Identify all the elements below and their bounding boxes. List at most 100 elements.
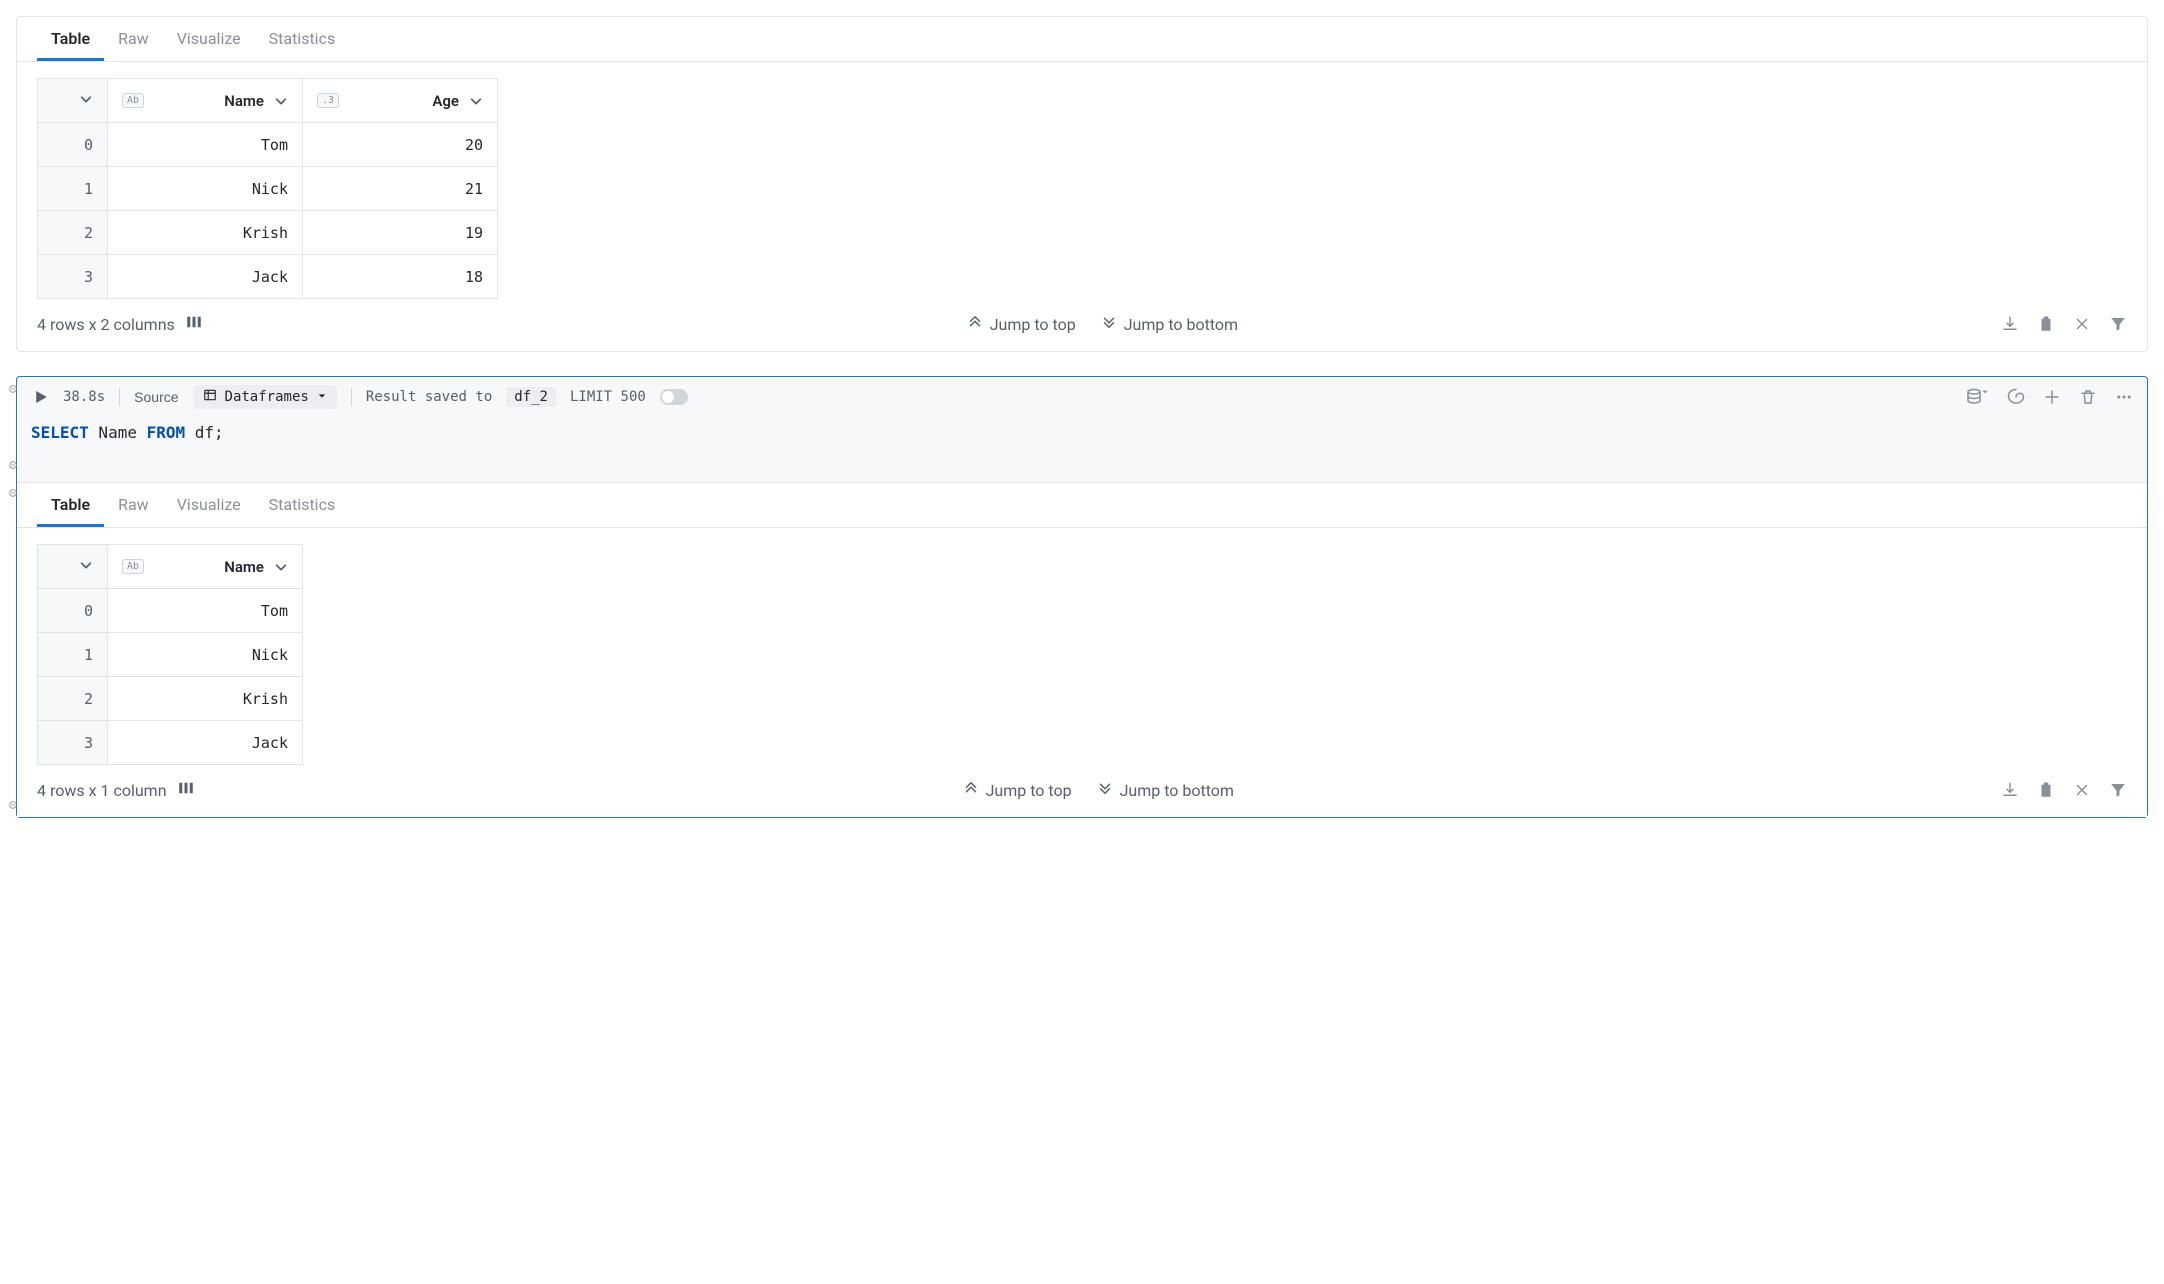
- table-row[interactable]: 3 Jack: [38, 721, 303, 765]
- database-icon[interactable]: [1965, 388, 1989, 406]
- limit-toggle[interactable]: [660, 389, 688, 405]
- cell-name: Nick: [108, 633, 303, 677]
- chevron-down-icon: [469, 94, 483, 108]
- cell-name: Krish: [108, 211, 303, 255]
- column-name: Age: [349, 92, 459, 110]
- cell-toolbar: 38.8s Source Dataframes Result saved to …: [17, 377, 2147, 417]
- cell-name: Jack: [108, 255, 303, 299]
- collapse-handle-icon[interactable]: [7, 799, 19, 811]
- add-button[interactable]: [2043, 388, 2061, 406]
- separator: [119, 388, 120, 406]
- keyword: FROM: [147, 423, 186, 442]
- result-label: Result saved to: [366, 389, 492, 405]
- output-tabs: Table Raw Visualize Statistics: [17, 483, 2147, 528]
- more-menu-button[interactable]: [2115, 388, 2133, 406]
- type-badge-number-icon: .3: [317, 93, 339, 108]
- summary-text: 4 rows x 1 column: [37, 781, 167, 800]
- collapse-handle-icon[interactable]: [7, 487, 19, 499]
- table-footer: 4 rows x 2 columns Jump to top Jump to b…: [17, 299, 2147, 351]
- caret-down-icon: [317, 389, 327, 405]
- column-header-name[interactable]: Ab Name: [108, 79, 303, 123]
- download-icon[interactable]: [2001, 315, 2019, 333]
- separator: [351, 388, 352, 406]
- download-icon[interactable]: [2001, 781, 2019, 799]
- tab-statistics[interactable]: Statistics: [255, 483, 350, 527]
- filter-icon[interactable]: [2109, 315, 2127, 333]
- cell-name: Nick: [108, 167, 303, 211]
- chevron-down-icon: [79, 92, 93, 106]
- column-header-name[interactable]: Ab Name: [108, 545, 303, 589]
- cell-age: 19: [303, 211, 498, 255]
- limit-label: LIMIT 500: [570, 389, 646, 405]
- double-chevron-up-icon: [962, 779, 980, 801]
- jump-bottom-label: Jump to bottom: [1120, 781, 1234, 800]
- jump-to-bottom-button[interactable]: Jump to bottom: [1096, 779, 1234, 801]
- row-index: 1: [38, 633, 108, 677]
- row-index: 2: [38, 677, 108, 721]
- index-header[interactable]: [38, 545, 108, 589]
- cell-age: 18: [303, 255, 498, 299]
- column-name: Name: [154, 558, 264, 576]
- collapse-handle-icon[interactable]: [7, 383, 19, 395]
- index-header[interactable]: [38, 79, 108, 123]
- table-container: Ab Name .3 Age: [17, 62, 2147, 299]
- cell-age: 20: [303, 123, 498, 167]
- run-button[interactable]: [31, 388, 49, 406]
- cell-name: Tom: [108, 123, 303, 167]
- tools-icon[interactable]: [2073, 315, 2091, 333]
- tools-icon[interactable]: [2073, 781, 2091, 799]
- jump-to-top-button[interactable]: Jump to top: [962, 779, 1072, 801]
- row-index: 2: [38, 211, 108, 255]
- keyword: SELECT: [31, 423, 89, 442]
- table-row[interactable]: 1 Nick 21: [38, 167, 498, 211]
- collapse-handle-icon[interactable]: [7, 459, 19, 471]
- delete-button[interactable]: [2079, 388, 2097, 406]
- tab-raw[interactable]: Raw: [104, 17, 163, 61]
- type-badge-text-icon: Ab: [122, 93, 144, 108]
- summary-text: 4 rows x 2 columns: [37, 315, 175, 334]
- tab-statistics[interactable]: Statistics: [255, 17, 350, 61]
- cell-output: Table Raw Visualize Statistics: [17, 482, 2147, 817]
- code-text: Name: [89, 423, 147, 442]
- exec-time: 38.8s: [63, 389, 105, 405]
- jump-top-label: Jump to top: [990, 315, 1076, 334]
- tab-table[interactable]: Table: [37, 17, 104, 61]
- column-header-age[interactable]: .3 Age: [303, 79, 498, 123]
- jump-top-label: Jump to top: [986, 781, 1072, 800]
- chevron-down-icon: [79, 558, 93, 572]
- row-index: 0: [38, 589, 108, 633]
- columns-icon[interactable]: [185, 313, 203, 335]
- cell-age: 21: [303, 167, 498, 211]
- table-row[interactable]: 2 Krish: [38, 677, 303, 721]
- type-badge-text-icon: Ab: [122, 559, 144, 574]
- code-text: df;: [185, 423, 224, 442]
- table-row[interactable]: 0 Tom: [38, 589, 303, 633]
- filter-icon[interactable]: [2109, 781, 2127, 799]
- table-row[interactable]: 0 Tom 20: [38, 123, 498, 167]
- cell-name: Krish: [108, 677, 303, 721]
- tab-raw[interactable]: Raw: [104, 483, 163, 527]
- table-row[interactable]: 1 Nick: [38, 633, 303, 677]
- tab-visualize[interactable]: Visualize: [163, 483, 255, 527]
- columns-icon[interactable]: [177, 779, 195, 801]
- row-index: 1: [38, 167, 108, 211]
- data-table: Ab Name .3 Age: [37, 78, 498, 299]
- source-label: Source: [134, 389, 178, 405]
- result-variable[interactable]: df_2: [506, 387, 556, 407]
- code-editor[interactable]: SELECT Name FROM df;: [17, 417, 2147, 482]
- row-index: 3: [38, 255, 108, 299]
- tab-table[interactable]: Table: [37, 483, 104, 527]
- jump-to-bottom-button[interactable]: Jump to bottom: [1100, 313, 1238, 335]
- jump-bottom-label: Jump to bottom: [1124, 315, 1238, 334]
- clipboard-icon[interactable]: [2037, 315, 2055, 333]
- output-cell-1: Table Raw Visualize Statistics Ab Name: [16, 16, 2148, 352]
- tab-visualize[interactable]: Visualize: [163, 17, 255, 61]
- table-row[interactable]: 3 Jack 18: [38, 255, 498, 299]
- chevron-down-icon: [274, 94, 288, 108]
- jump-to-top-button[interactable]: Jump to top: [966, 313, 1076, 335]
- source-selector[interactable]: Dataframes: [193, 385, 337, 409]
- row-index: 3: [38, 721, 108, 765]
- spiral-icon[interactable]: [2007, 388, 2025, 406]
- clipboard-icon[interactable]: [2037, 781, 2055, 799]
- table-row[interactable]: 2 Krish 19: [38, 211, 498, 255]
